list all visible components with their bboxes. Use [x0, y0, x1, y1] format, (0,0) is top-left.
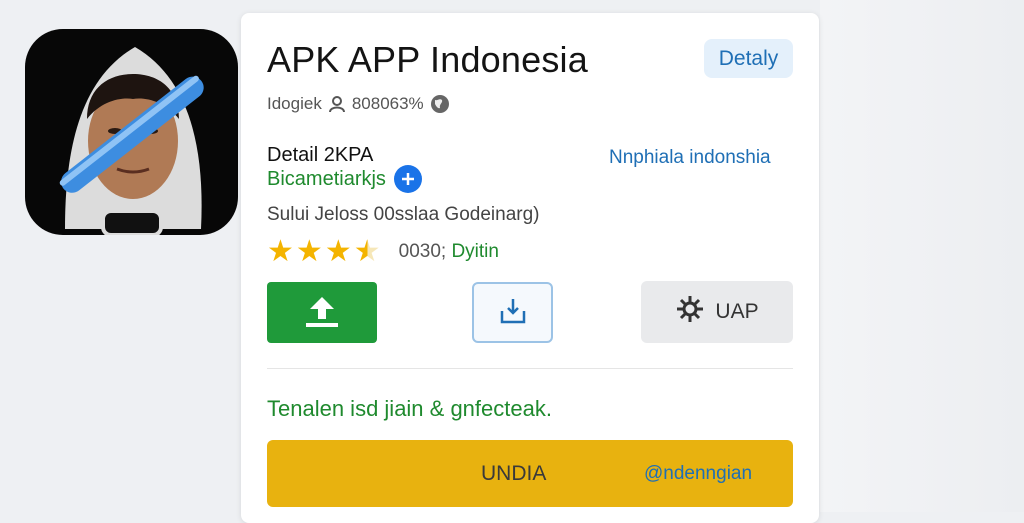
rating-row: ★ ★ ★ ★ 0030; Dyitin — [267, 237, 499, 267]
star-icon: ★ — [295, 235, 323, 268]
star-icon: ★ — [324, 235, 352, 268]
star-half-icon: ★ — [353, 235, 381, 268]
meta-row: Idogiek 808063% — [267, 94, 450, 114]
rating-count: 0030; — [398, 241, 447, 262]
person-icon — [328, 95, 346, 113]
upload-icon — [300, 293, 344, 332]
details-button[interactable]: Detaly — [704, 39, 793, 78]
tagline: Tenalen isd jiain & gnfecteak. — [267, 396, 552, 421]
rating-text: 0030; Dyitin — [399, 241, 499, 263]
rating-suffix: Dyitin — [451, 241, 499, 262]
app-title: APK APP Indonesia — [267, 39, 588, 80]
primary-action-button[interactable]: UNDIA @ndenngian — [267, 440, 793, 507]
meta-count: 808063% — [351, 94, 424, 113]
background-panel — [820, 0, 1024, 512]
uap-button[interactable]: UAP — [641, 281, 793, 343]
gear-icon — [675, 294, 705, 330]
developer-link[interactable]: Bicametiarkjs — [267, 168, 386, 191]
upload-button[interactable] — [267, 282, 377, 343]
plus-icon[interactable] — [393, 165, 422, 193]
divider — [267, 368, 793, 369]
cta-label: UNDIA — [481, 462, 547, 485]
app-icon-art — [59, 47, 204, 235]
developer-row: Bicametiarkjs — [267, 165, 422, 193]
uap-label: UAP — [715, 300, 759, 323]
detail-label: Detail 2KPA — [267, 144, 374, 166]
globe-icon — [430, 94, 450, 114]
meta-text: Idogiek — [267, 94, 322, 113]
app-subtitle: Sului Jeloss 00sslaa Godeinarg) — [267, 204, 540, 225]
category-link[interactable]: Nnphiala indonshia — [609, 147, 771, 169]
cta-handle: @ndenngian — [644, 463, 753, 484]
save-button[interactable] — [472, 282, 553, 343]
app-icon[interactable] — [25, 29, 238, 235]
star-icon: ★ — [267, 235, 294, 268]
save-tray-icon — [497, 295, 529, 330]
app-detail-card: APK APP Indonesia Detaly Idogiek 808063%… — [241, 13, 819, 523]
